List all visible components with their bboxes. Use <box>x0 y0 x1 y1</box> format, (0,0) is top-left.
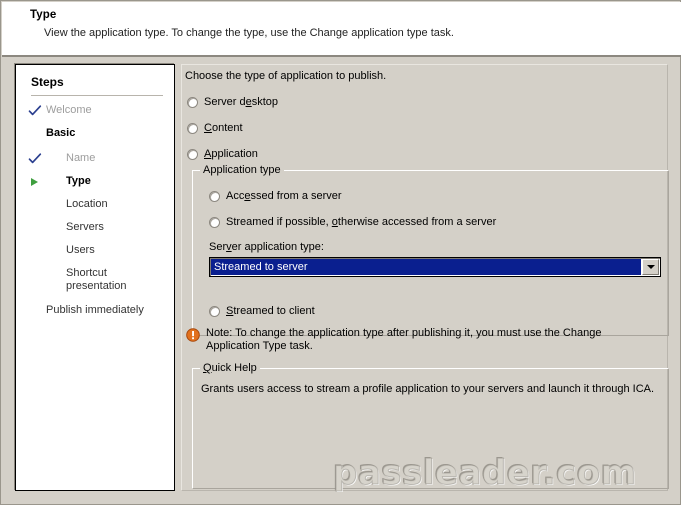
radio-indicator[interactable] <box>209 217 220 228</box>
radio-indicator[interactable] <box>209 306 220 317</box>
sidebar-item-users[interactable]: Users <box>16 244 176 260</box>
wizard-window: Type View the application type. To chang… <box>0 0 681 505</box>
sidebar-item-servers[interactable]: Servers <box>16 221 176 237</box>
header-divider <box>2 55 681 57</box>
steps-title: Steps <box>31 75 64 89</box>
sidebar-item-welcome[interactable]: Welcome <box>16 104 176 120</box>
application-type-groupbox-caption: Application type <box>200 164 284 176</box>
sidebar-item-label: Basic <box>46 127 76 139</box>
radio-label: Streamed if possible, otherwise accessed… <box>226 216 497 228</box>
radio-label: Accessed from a server <box>226 190 342 202</box>
sidebar-item-label: Shortcut <box>66 267 107 279</box>
steps-panel: Steps Welcome Basic Name Type Location Server… <box>15 64 175 491</box>
radio-indicator[interactable] <box>187 149 198 160</box>
server-application-type-label: Server application type: <box>209 241 324 253</box>
sidebar-item-label: Users <box>66 244 95 256</box>
combobox-selected-value[interactable]: Streamed to server <box>211 259 641 275</box>
page-subtitle: View the application type. To change the… <box>44 27 454 39</box>
sidebar-item-name[interactable]: Name <box>16 152 176 168</box>
radio-indicator[interactable] <box>187 123 198 134</box>
radio-label: Content <box>204 122 243 134</box>
radio-label: Streamed to client <box>226 305 315 317</box>
quick-help-groupbox-caption: Quick Help <box>200 362 260 374</box>
sidebar-item-publish-immediately[interactable]: Publish immediately <box>16 304 176 320</box>
radio-indicator[interactable] <box>187 97 198 108</box>
sidebar-item-label: Publish immediately <box>46 304 144 316</box>
steps-divider <box>31 95 163 96</box>
note-text: Note: To change the application type aft… <box>206 327 602 352</box>
check-icon <box>28 104 42 118</box>
sidebar-item-label: Welcome <box>46 104 92 116</box>
radio-label: Server desktop <box>204 96 278 108</box>
content-panel: Choose the type of application to publis… <box>181 64 669 491</box>
warning-icon <box>186 328 200 342</box>
arrow-icon <box>28 175 42 189</box>
page-title: Type <box>30 9 57 21</box>
server-application-type-combobox[interactable]: Streamed to server <box>209 257 661 277</box>
radio-label: Application <box>204 148 258 160</box>
radio-indicator[interactable] <box>209 191 220 202</box>
application-type-groupbox: Application type Accessed from a server … <box>192 164 669 336</box>
sidebar-item-label: Location <box>66 198 108 210</box>
chevron-down-icon[interactable] <box>642 259 659 275</box>
sidebar-item-label: Servers <box>66 221 104 233</box>
sidebar-item-presentation[interactable]: presentation <box>16 280 176 296</box>
wizard-header: Type View the application type. To chang… <box>2 2 681 56</box>
sidebar-item-label: Name <box>66 152 96 164</box>
sidebar-item-type[interactable]: Type <box>16 175 176 191</box>
instruction-text: Choose the type of application to publis… <box>185 70 387 82</box>
quick-help-groupbox: Quick Help Grants users access to stream… <box>192 362 669 489</box>
sidebar-item-label: Type <box>66 175 91 187</box>
sidebar-item-label: presentation <box>66 280 127 292</box>
sidebar-item-basic[interactable]: Basic <box>16 127 176 143</box>
check-icon <box>28 152 42 166</box>
sidebar-item-location[interactable]: Location <box>16 198 176 214</box>
quick-help-text: Grants users access to stream a profile … <box>201 383 655 395</box>
